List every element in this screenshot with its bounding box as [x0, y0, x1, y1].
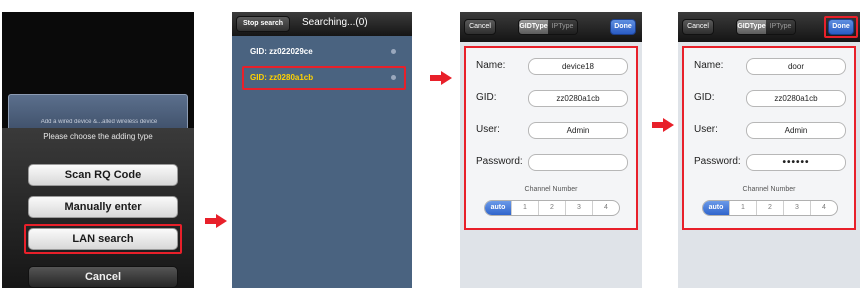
- channel-number-label: Channel Number: [742, 186, 796, 193]
- device-form-screen: Cancel GIDType IPType Done Name: device1…: [460, 12, 642, 288]
- device-form-screen-filled: Cancel GIDType IPType Done Name: door GI…: [678, 12, 860, 288]
- add-type-screen: Add a wired device &...alled wireless de…: [2, 12, 194, 288]
- type-segmented-control: GIDType IPType: [736, 19, 796, 35]
- cancel-button[interactable]: Cancel: [464, 19, 496, 35]
- arrow-right-icon: [652, 118, 674, 132]
- channel-auto[interactable]: auto: [703, 201, 729, 215]
- device-list-item[interactable]: GID: zz022029ce: [242, 42, 402, 62]
- user-label: User:: [694, 124, 718, 135]
- gid-label: GID:: [476, 92, 497, 103]
- lan-search-highlight: [24, 224, 182, 254]
- password-field[interactable]: [528, 154, 628, 171]
- manually-enter-button[interactable]: Manually enter: [28, 196, 178, 218]
- done-button[interactable]: Done: [610, 19, 636, 35]
- selected-device-highlight: [242, 66, 406, 90]
- nav-bar: Cancel GIDType IPType Done: [678, 12, 860, 42]
- password-label: Password:: [476, 156, 523, 167]
- type-segmented-control: GIDType IPType: [518, 19, 578, 35]
- cancel-button[interactable]: Cancel: [682, 19, 714, 35]
- scan-qr-code-button[interactable]: Scan RQ Code: [28, 164, 178, 186]
- tab-ip-type[interactable]: IPType: [548, 20, 577, 34]
- channel-segmented-control: auto 1 2 3 4: [702, 200, 838, 216]
- name-field[interactable]: door: [746, 58, 846, 75]
- gid-label: GID:: [694, 92, 715, 103]
- user-field[interactable]: Admin: [746, 122, 846, 139]
- page-title: Searching...(0): [302, 17, 368, 28]
- channel-1[interactable]: 1: [511, 201, 538, 215]
- tab-ip-type[interactable]: IPType: [766, 20, 795, 34]
- name-label: Name:: [476, 60, 506, 71]
- done-highlight: [824, 16, 858, 38]
- channel-1[interactable]: 1: [729, 201, 756, 215]
- name-field[interactable]: device18: [528, 58, 628, 75]
- channel-2[interactable]: 2: [756, 201, 783, 215]
- device-gid: GID: zz022029ce: [250, 47, 313, 56]
- device-form: Name: device18 GID: zz0280a1cb User: Adm…: [464, 46, 638, 230]
- gid-field[interactable]: zz0280a1cb: [746, 90, 846, 107]
- password-label: Password:: [694, 156, 741, 167]
- channel-4[interactable]: 4: [810, 201, 837, 215]
- tab-gid-type[interactable]: GIDType: [519, 20, 548, 34]
- cancel-button[interactable]: Cancel: [28, 266, 178, 288]
- arrow-right-icon: [430, 71, 452, 85]
- stop-search-button[interactable]: Stop search: [236, 16, 290, 32]
- disclosure-icon: [391, 49, 396, 54]
- user-field[interactable]: Admin: [528, 122, 628, 139]
- channel-number-label: Channel Number: [524, 186, 578, 193]
- nav-bar: Stop search Searching...(0): [232, 12, 412, 36]
- lan-search-screen: Stop search Searching...(0) GID: zz02202…: [232, 12, 412, 288]
- channel-auto[interactable]: auto: [485, 201, 511, 215]
- channel-segmented-control: auto 1 2 3 4: [484, 200, 620, 216]
- channel-3[interactable]: 3: [565, 201, 592, 215]
- channel-2[interactable]: 2: [538, 201, 565, 215]
- password-field[interactable]: ••••••: [746, 154, 846, 171]
- background-dialog-text: Add a wired device &...alled wireless de…: [40, 119, 158, 125]
- arrow-right-icon: [205, 214, 227, 228]
- gid-field[interactable]: zz0280a1cb: [528, 90, 628, 107]
- channel-4[interactable]: 4: [592, 201, 619, 215]
- nav-bar: Cancel GIDType IPType Done: [460, 12, 642, 42]
- channel-3[interactable]: 3: [783, 201, 810, 215]
- user-label: User:: [476, 124, 500, 135]
- name-label: Name:: [694, 60, 724, 71]
- device-form: Name: door GID: zz0280a1cb User: Admin P…: [682, 46, 856, 230]
- tab-gid-type[interactable]: GIDType: [737, 20, 766, 34]
- action-sheet: Please choose the adding type Scan RQ Co…: [2, 128, 194, 288]
- action-sheet-title: Please choose the adding type: [43, 132, 153, 141]
